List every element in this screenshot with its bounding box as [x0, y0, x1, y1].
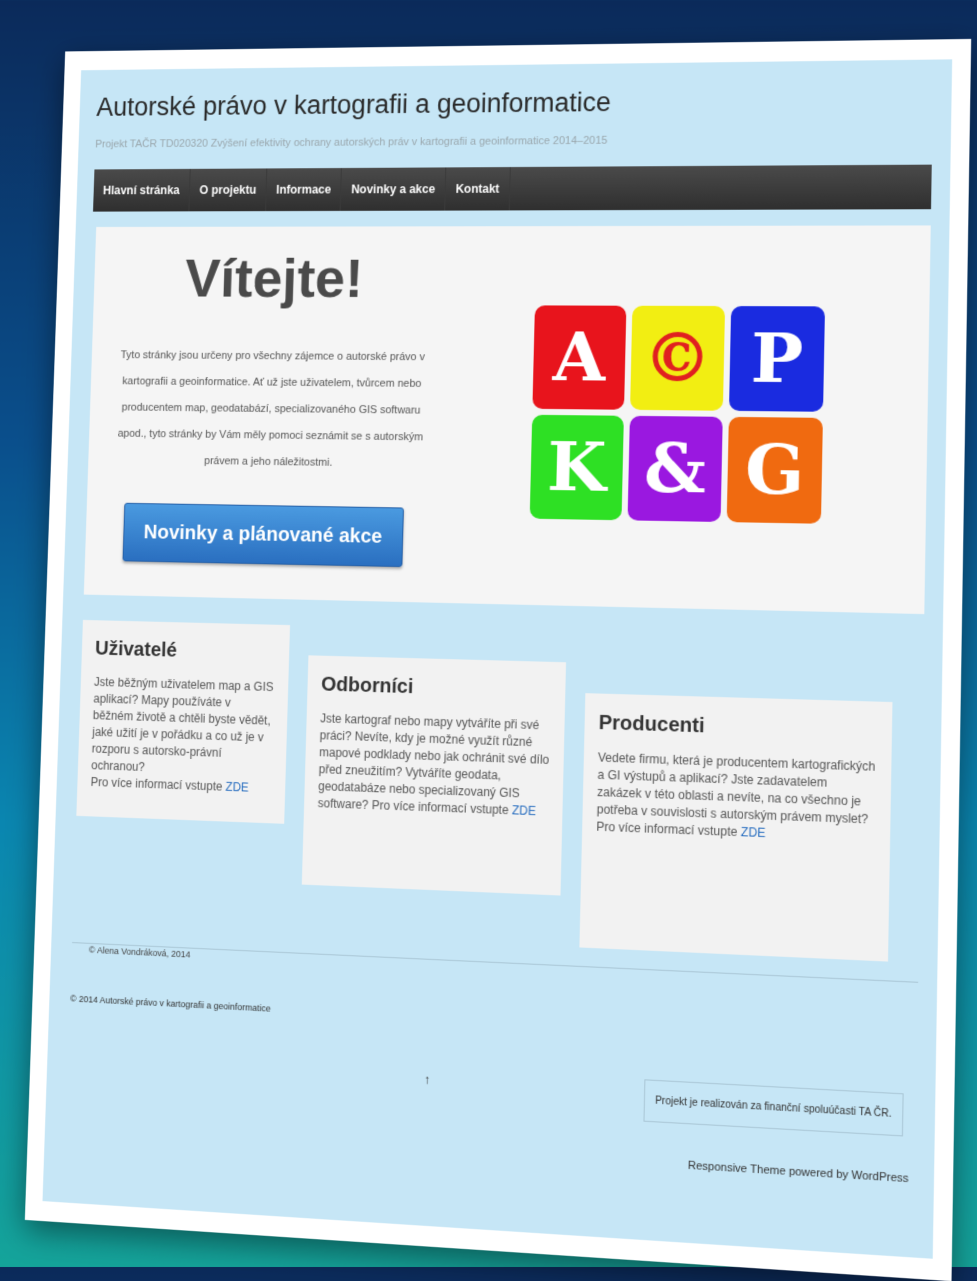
logo-tile-copyright: ©	[630, 305, 726, 411]
logo-tile-p: P	[728, 306, 826, 412]
logo-tile-a: A	[532, 305, 627, 410]
scroll-top-icon[interactable]: ↑	[424, 1072, 430, 1087]
audience-cards: Uživatelé Jste běžným uživatelem map a G…	[73, 610, 924, 963]
nav-item-home[interactable]: Hlavní stránka	[93, 168, 191, 212]
card-producers-text: Vedete firmu, která je producentem karto…	[596, 750, 876, 841]
logo-tile-g: G	[726, 416, 823, 524]
main-navigation: Hlavní stránka O projektu Informace Novi…	[93, 164, 932, 212]
nav-item-news[interactable]: Novinky a akce	[341, 167, 447, 211]
card-users-title: Uživatelé	[94, 637, 178, 662]
hero-section: Vítejte! Tyto stránky jsou určeny pro vš…	[83, 225, 931, 615]
card-producers: Producenti Vedete firmu, která je produc…	[579, 693, 893, 962]
page: Autorské právo v kartografii a geoinform…	[42, 59, 953, 1259]
copyright-text: © 2014 Autorské právo v kartografii a ge…	[70, 993, 271, 1014]
hero-text: Tyto stránky jsou určeny pro všechny záj…	[117, 349, 426, 469]
card-experts-title: Odborníci	[320, 673, 414, 699]
logo-tile-k: K	[529, 414, 624, 521]
card-producers-title: Producenti	[598, 711, 705, 738]
card-experts-link[interactable]: ZDE	[512, 803, 536, 818]
card-users-link[interactable]: ZDE	[225, 780, 248, 795]
browser-screenshot-frame: Autorské právo v kartografii a geoinform…	[24, 38, 972, 1281]
site-title[interactable]: Autorské právo v kartografii a geoinform…	[96, 87, 611, 122]
card-experts-text: Jste kartograf nebo mapy vytváříte při s…	[317, 711, 550, 819]
news-button[interactable]: Novinky a plánované akce	[122, 502, 404, 568]
site-description: Projekt TAČR TD020320 Zvýšení efektivity…	[95, 134, 608, 151]
card-producers-link[interactable]: ZDE	[741, 825, 766, 840]
card-users: Uživatelé Jste běžným uživatelem map a G…	[76, 619, 291, 824]
nav-item-about[interactable]: O projektu	[189, 168, 268, 212]
logo-tile-ampersand: &	[627, 415, 723, 522]
hero-heading: Vítejte!	[184, 247, 364, 309]
nav-item-info[interactable]: Informace	[266, 168, 343, 212]
card-experts: Odborníci Jste kartograf nebo mapy vytvá…	[301, 655, 567, 896]
powered-by[interactable]: Responsive Theme powered by WordPress	[688, 1160, 909, 1186]
nav-item-contact[interactable]: Kontakt	[445, 167, 511, 211]
funding-note: Projekt je realizován za finanční spoluú…	[643, 1079, 904, 1137]
card-users-text: Jste běžným uživatelem map a GIS aplikac…	[90, 675, 274, 795]
acpkg-logo: A © P K & G	[529, 305, 837, 540]
